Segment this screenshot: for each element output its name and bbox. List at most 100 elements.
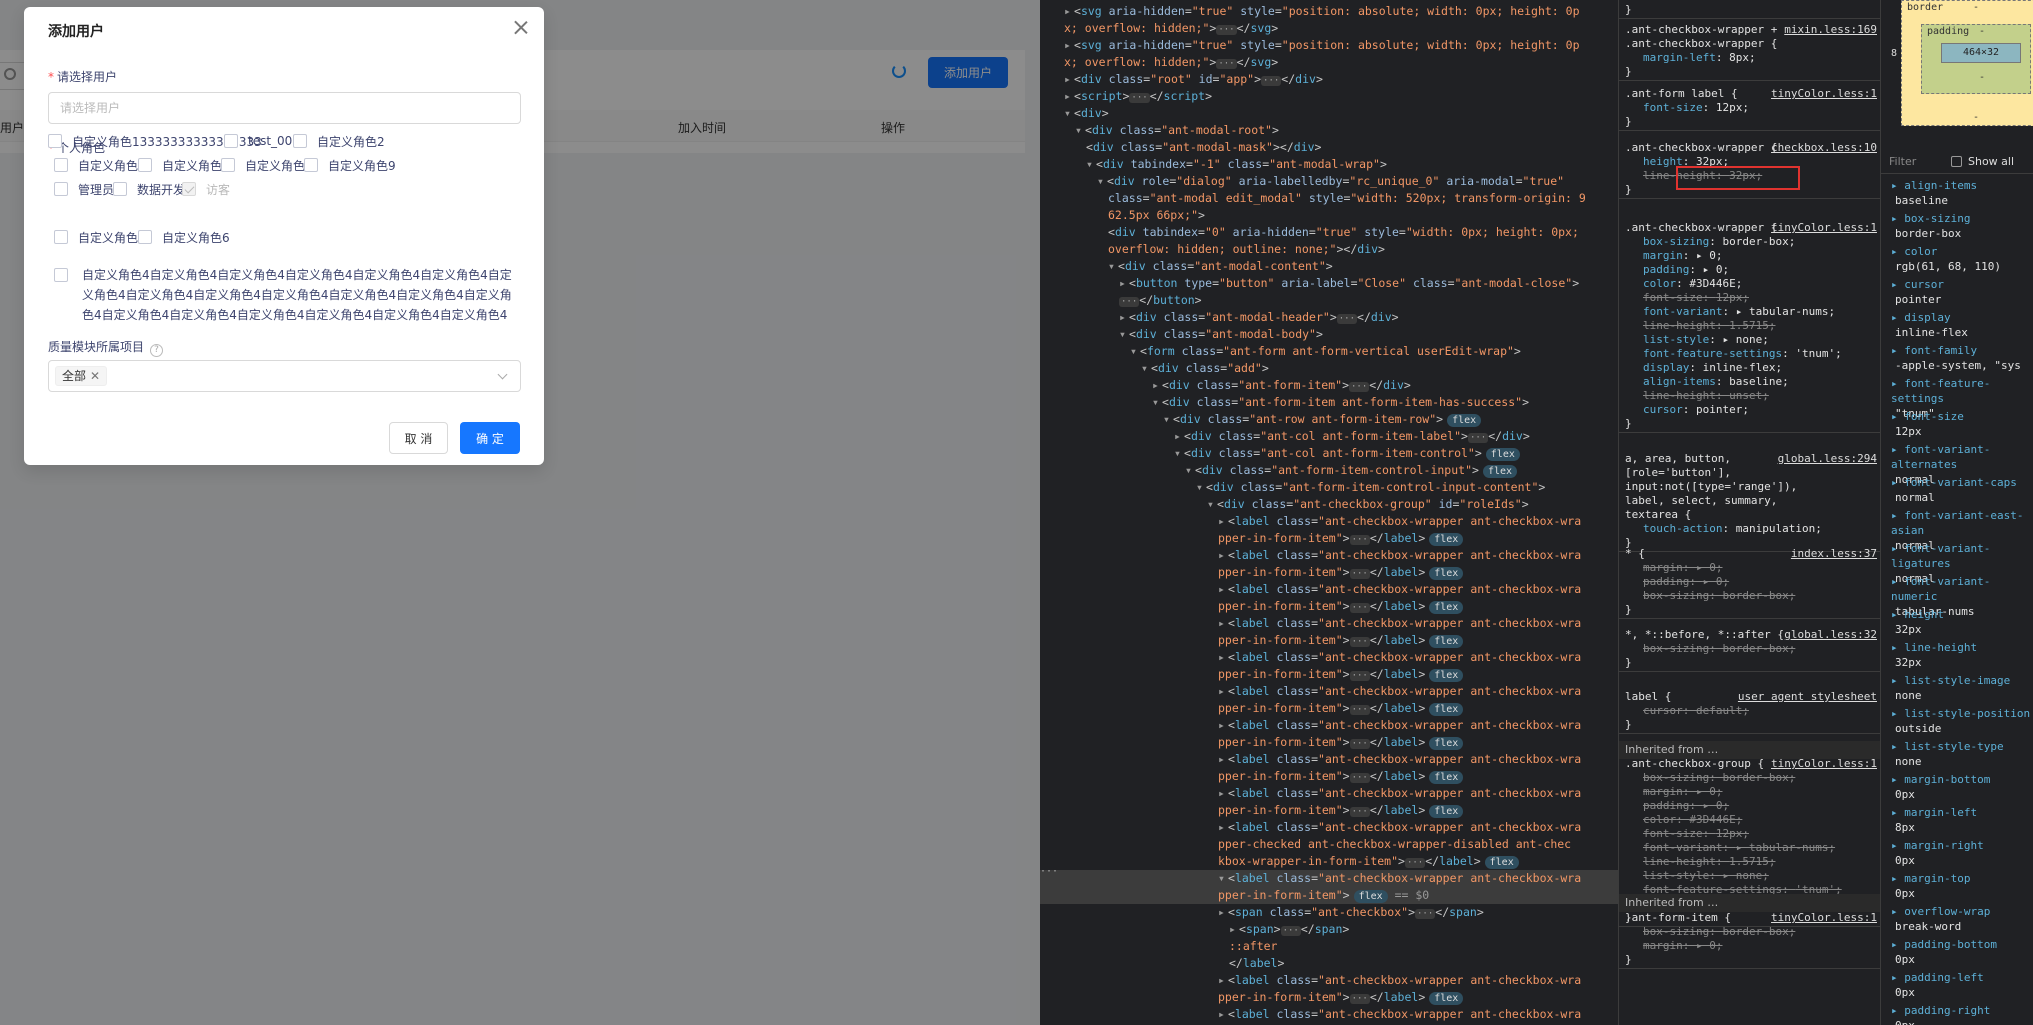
dom-node-selected[interactable]: pper-in-form-item"> flex == $0: [1040, 887, 1618, 904]
expand-toggle-icon[interactable]: ▸: [1064, 71, 1074, 88]
project-select[interactable]: 全部 ✕: [48, 360, 521, 392]
flex-badge[interactable]: flex: [1429, 635, 1464, 648]
computed-property[interactable]: ▸ margin-top 0px: [1881, 871, 2033, 901]
computed-property[interactable]: ▸ color rgb(61, 68, 110): [1881, 244, 2033, 274]
dom-node[interactable]: pper-in-form-item"> ··· </label> flex: [1040, 700, 1618, 717]
expand-toggle-icon[interactable]: ▸: [1229, 921, 1239, 938]
expand-toggle-icon[interactable]: ▾: [1185, 462, 1195, 479]
dom-node[interactable]: ▾ <div class="ant-row ant-form-item-row">…: [1040, 411, 1618, 428]
expand-toggle-icon[interactable]: ▸: [1218, 547, 1228, 564]
dom-node[interactable]: ▸ <script> ··· </script>: [1040, 88, 1618, 105]
computed-property[interactable]: ▸ list-style-position outside: [1881, 706, 2033, 736]
computed-property[interactable]: ▸ padding-right0px: [1881, 1003, 2033, 1025]
dom-node[interactable]: ▾ <div class="ant-form-item-control-input…: [1040, 479, 1618, 496]
dom-node[interactable]: ▾ <form class="ant-form ant-form-vertical…: [1040, 343, 1618, 360]
collapsed-ellipsis[interactable]: ···: [1216, 25, 1237, 35]
collapsed-ellipsis[interactable]: ···: [1404, 858, 1426, 868]
style-declaration[interactable]: box-sizing: border-box;: [1625, 642, 1875, 656]
dom-node[interactable]: pper-in-form-item"> ··· </label> flex: [1040, 564, 1618, 581]
long-role-checkbox[interactable]: [54, 265, 78, 285]
expand-toggle-icon[interactable]: ▾: [1064, 105, 1074, 122]
role-checkbox[interactable]: 自定义角色9: [304, 155, 396, 175]
style-declaration[interactable]: cursor: pointer;: [1625, 403, 1875, 417]
filter-input[interactable]: Filter: [1889, 155, 1916, 168]
expand-toggle-icon[interactable]: ▸: [1218, 819, 1228, 836]
show-all-checkbox[interactable]: [1951, 156, 1962, 167]
style-declaration[interactable]: font-size: 12px;: [1625, 291, 1875, 305]
collapsed-ellipsis[interactable]: ···: [1349, 569, 1370, 579]
collapsed-ellipsis[interactable]: ···: [1349, 603, 1370, 613]
expand-toggle-icon[interactable]: ▸: [1119, 275, 1129, 292]
dom-node[interactable]: ▾ <div class="ant-modal-body">: [1040, 326, 1618, 343]
expand-toggle-icon[interactable]: ▾: [1163, 411, 1173, 428]
computed-property[interactable]: ▸ display inline-flex: [1881, 310, 2033, 340]
dom-node[interactable]: <div tabindex="0" aria-hidden="true" sty…: [1040, 224, 1618, 241]
expand-toggle-icon[interactable]: ▾: [1097, 173, 1107, 190]
computed-property[interactable]: ▸ list-style-type none: [1881, 739, 2033, 769]
style-declaration[interactable]: line-height: unset;: [1625, 389, 1875, 403]
dom-node[interactable]: ▾ <div class="ant-form-item ant-form-item…: [1040, 394, 1618, 411]
rule-source-link[interactable]: checkbox.less:10: [1771, 141, 1877, 154]
dom-node[interactable]: ▾ <div class="ant-form-item-control-input…: [1040, 462, 1618, 479]
flex-badge[interactable]: flex: [1429, 771, 1464, 784]
collapsed-ellipsis[interactable]: ···: [1119, 297, 1140, 307]
dom-node[interactable]: ▾ <div tabindex="-1" class="ant-modal-wra…: [1040, 156, 1618, 173]
expand-toggle-icon[interactable]: ▾: [1141, 360, 1151, 377]
dom-node[interactable]: ▸ <div class="ant-modal-header"> ··· </div>: [1040, 309, 1618, 326]
style-declaration[interactable]: font-feature-settings: 'tnum';: [1625, 347, 1875, 361]
collapsed-ellipsis[interactable]: ···: [1349, 671, 1370, 681]
computed-property[interactable]: ▸ height 32px: [1881, 607, 2033, 637]
style-declaration[interactable]: color: #3D446E;: [1625, 277, 1875, 291]
expand-toggle-icon[interactable]: ▾: [1086, 156, 1096, 173]
style-declaration[interactable]: display: inline-flex;: [1625, 361, 1875, 375]
dom-node[interactable]: ▸ <label class="ant-checkbox-wrapper ant-…: [1040, 717, 1618, 734]
expand-toggle-icon[interactable]: ▸: [1218, 615, 1228, 632]
dom-node[interactable]: ▸ <label class="ant-checkbox-wrapper ant-…: [1040, 785, 1618, 802]
style-declaration[interactable]: align-items: baseline;: [1625, 375, 1875, 389]
style-rule[interactable]: label {user agent stylesheet cursor: defa…: [1619, 689, 1880, 734]
expand-toggle-icon[interactable]: ▸: [1218, 751, 1228, 768]
dom-node[interactable]: ::after: [1040, 938, 1618, 955]
expand-toggle-icon[interactable]: ▸: [1218, 649, 1228, 666]
dom-node[interactable]: ▸ <label class="ant-checkbox-wrapper ant-…: [1040, 683, 1618, 700]
role-checkbox[interactable]: 自定义角色2: [293, 131, 385, 151]
close-icon[interactable]: [510, 17, 532, 39]
dom-node[interactable]: pper-in-form-item"> ··· </label> flex: [1040, 734, 1618, 751]
dom-node[interactable]: x; overflow: hidden;"> ··· </svg>: [1040, 20, 1618, 37]
dom-node[interactable]: ▸ <div class="root" id="app"> ··· </div>: [1040, 71, 1618, 88]
expand-toggle-icon[interactable]: ▾: [1207, 496, 1217, 513]
dom-node[interactable]: ▸ <div class="ant-form-item"> ··· </div>: [1040, 377, 1618, 394]
computed-property[interactable]: ▸ margin-left 8px: [1881, 805, 2033, 835]
collapsed-ellipsis[interactable]: ···: [1349, 382, 1370, 392]
collapsed-ellipsis[interactable]: ···: [1336, 314, 1358, 324]
expand-toggle-icon[interactable]: ▸: [1174, 428, 1184, 445]
dom-node[interactable]: ▸ <span> ··· </span>: [1040, 921, 1618, 938]
long-role-label[interactable]: 自定义角色4自定义角色4自定义角色4自定义角色4自定义角色4自定义角色4自定义角…: [82, 265, 512, 325]
dom-node[interactable]: x; overflow: hidden;"> ··· </svg>: [1040, 54, 1618, 71]
role-checkbox[interactable]: 自定义角色6: [138, 227, 230, 247]
role-checkbox[interactable]: 管理员: [54, 179, 114, 199]
computed-property[interactable]: ▸ padding-left 0px: [1881, 970, 2033, 1000]
dom-node[interactable]: ▸ <label class="ant-checkbox-wrapper ant-…: [1040, 513, 1618, 530]
style-declaration[interactable]: margin: ▸ 0;: [1625, 249, 1875, 263]
style-declaration[interactable]: box-sizing: border-box;: [1625, 589, 1875, 603]
style-declaration[interactable]: box-sizing: border-box;: [1625, 925, 1875, 939]
computed-property[interactable]: ▸ cursor pointer: [1881, 277, 2033, 307]
style-declaration[interactable]: padding: ▸ 0;: [1625, 575, 1875, 589]
role-checkbox[interactable]: 自定义角色7: [138, 155, 230, 175]
flex-badge[interactable]: flex: [1353, 890, 1388, 903]
expand-toggle-icon[interactable]: ▾: [1075, 122, 1085, 139]
style-declaration[interactable]: padding: ▸ 0;: [1625, 799, 1875, 813]
expand-toggle-icon[interactable]: ▾: [1152, 394, 1162, 411]
dom-node[interactable]: ▸ <label class="ant-checkbox-wrapper ant-…: [1040, 615, 1618, 632]
dom-node[interactable]: ▾ <div class="ant-modal-root">: [1040, 122, 1618, 139]
style-declaration[interactable]: margin: ▸ 0;: [1625, 785, 1875, 799]
style-declaration[interactable]: font-size: 12px;: [1625, 101, 1875, 115]
rule-source-link[interactable]: tinyColor.less:1: [1771, 221, 1877, 234]
rule-source-link[interactable]: tinyColor.less:1: [1771, 87, 1877, 100]
flex-badge[interactable]: flex: [1429, 601, 1464, 614]
dom-node[interactable]: ▸ <label class="ant-checkbox-wrapper ant-…: [1040, 972, 1618, 989]
collapsed-ellipsis[interactable]: ···: [1349, 637, 1370, 647]
expand-toggle-icon[interactable]: ▸: [1218, 785, 1228, 802]
dom-node[interactable]: <div class="ant-modal-mask"></div>: [1040, 139, 1618, 156]
